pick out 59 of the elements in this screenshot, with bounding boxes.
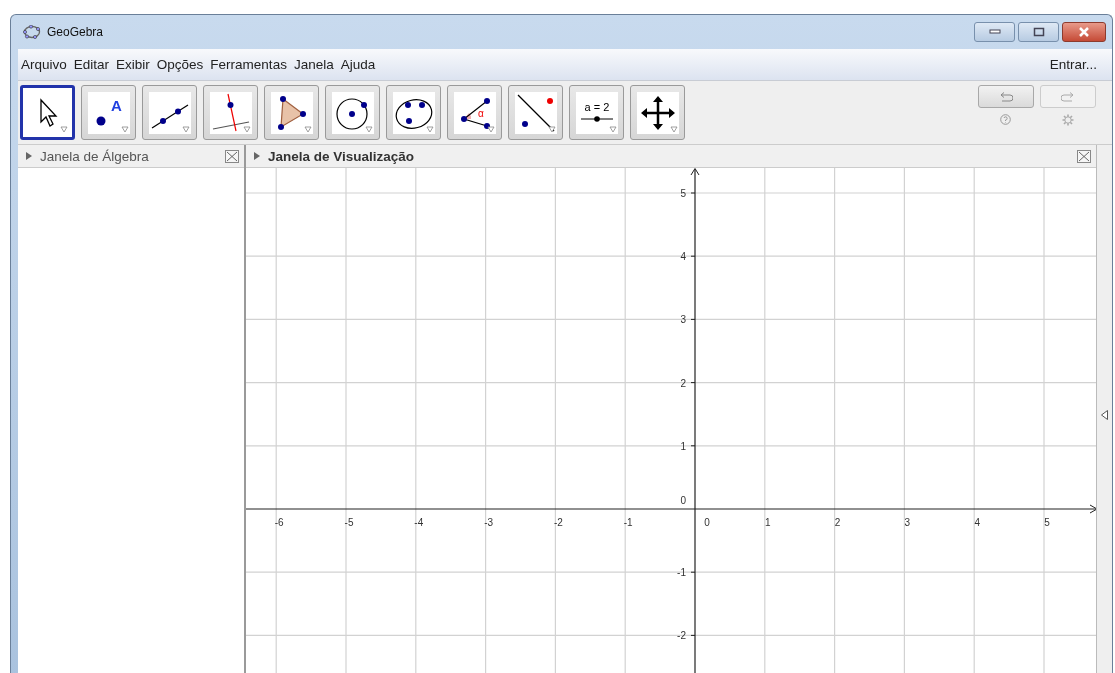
close-panel-icon[interactable] [1077,149,1091,163]
coordinate-plane[interactable]: -6 -5 -4 -3 -2 -1 0 1 2 3 4 5 5 4 3 2 1 0 -1 -2 [246,168,1096,673]
expand-arrow-icon[interactable] [26,152,32,160]
axis-tick-label: 1 [680,440,686,452]
close-icon [1077,27,1091,37]
close-panel-icon[interactable] [225,149,239,163]
tool-button[interactable]: α [447,85,502,140]
menu-item[interactable]: Ferramentas [210,57,287,72]
close-button[interactable] [1062,22,1106,42]
axis-tick-label: 4 [974,517,980,528]
axis-tick-label: 0 [704,517,710,528]
tool-button[interactable] [264,85,319,140]
menu-item[interactable]: Opções [156,57,204,72]
menu-item[interactable]: Arquivo [21,57,67,72]
axis-tick-label: -2 [553,517,563,528]
axis-tick-label: 0 [680,495,686,506]
axis-tick-label: -1 [623,517,633,528]
menu-item[interactable]: Janela [293,57,334,72]
axis-tick-label: 1 [765,517,771,528]
panel-title: Janela de Visualização [268,148,415,164]
app-logo-icon [23,25,41,39]
move-arrows-icon [636,91,679,134]
axis-tick-label: -3 [484,517,494,528]
minimize-icon [988,29,1001,35]
axis-tick-label: -2 [677,630,686,642]
tool-button[interactable] [386,85,441,140]
panel-title: Janela de Álgebra [40,148,149,164]
axis-tick-label: -6 [274,517,284,528]
axis-tick-label: -5 [344,517,354,528]
tool-button[interactable] [630,85,685,140]
maximize-icon [1032,27,1045,37]
undo-icon [999,91,1013,102]
line-point-icon [514,91,557,134]
axis-tick-label: -4 [414,517,424,528]
collapse-arrow-icon[interactable] [1101,409,1108,420]
menu-item[interactable]: Exibir [116,57,150,72]
axis-tick-label: -1 [677,567,686,579]
expand-arrow-icon[interactable] [254,152,260,160]
menu-item[interactable]: Ajuda [340,57,376,72]
angle-icon: α [453,91,496,134]
point-icon: A [87,91,130,134]
axis-tick-label: 3 [680,314,686,326]
tool-button[interactable]: a = 2 [569,85,624,140]
menu-item[interactable]: Editar [73,57,110,72]
window-title: GeoGebra [47,25,104,39]
tool-button[interactable] [20,85,75,140]
login-link[interactable]: Entrar... [1049,57,1097,72]
tool-button[interactable] [142,85,197,140]
axis-tick-label: 2 [834,517,841,528]
axis-tick-label: 5 [1044,517,1050,528]
axis-tick-label: 2 [680,377,686,389]
axis-tick-label: 4 [680,251,686,263]
redo-icon [1061,91,1075,102]
slider-icon: a = 2 [575,91,618,134]
axis-tick-label: 3 [904,517,911,528]
tool-button[interactable]: A [81,85,136,140]
axis-tick-label: 5 [680,188,686,199]
maximize-button[interactable] [1018,22,1059,42]
tool-button[interactable] [325,85,380,140]
